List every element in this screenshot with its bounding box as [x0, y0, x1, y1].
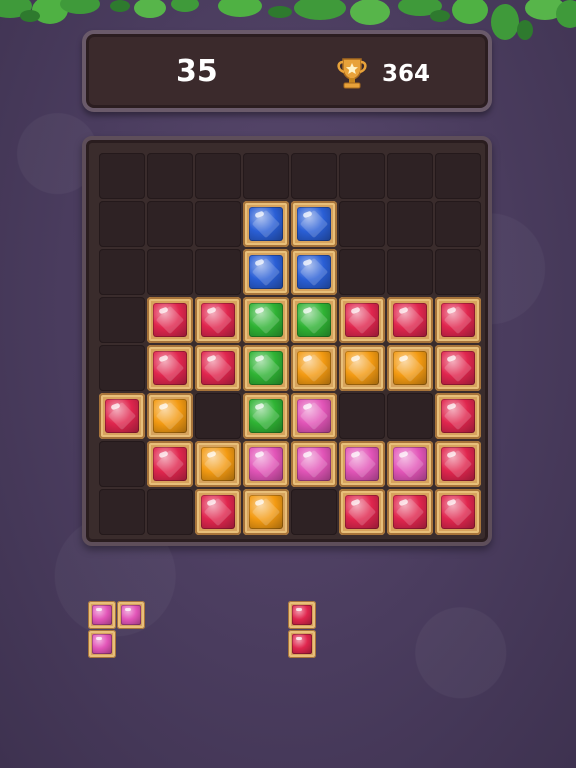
- empty-cell: [435, 201, 481, 247]
- empty-cell: [147, 153, 193, 199]
- empty-cell: [99, 201, 145, 247]
- gem-block-orange: [291, 345, 337, 391]
- empty-cell: [243, 153, 289, 199]
- gem-block-orange: [195, 441, 241, 487]
- empty-cell: [195, 201, 241, 247]
- gem-block-red: [339, 489, 385, 535]
- game-board[interactable]: [82, 136, 492, 546]
- gem-block-orange: [339, 345, 385, 391]
- empty-cell: [147, 489, 193, 535]
- empty-cell: [99, 153, 145, 199]
- empty-cell: [435, 153, 481, 199]
- gem-block-red: [387, 297, 433, 343]
- best-score: 364: [382, 61, 431, 87]
- piece-block-pink: [88, 601, 116, 629]
- gem-block-green: [243, 297, 289, 343]
- trophy-icon: [334, 56, 370, 90]
- gem-block-green: [291, 297, 337, 343]
- empty-cell: [387, 249, 433, 295]
- gem-block-pink: [243, 441, 289, 487]
- gem-block-red: [147, 345, 193, 391]
- empty-cell: [99, 345, 145, 391]
- gem-block-red: [387, 489, 433, 535]
- empty-cell: [147, 201, 193, 247]
- piece-block-pink: [117, 601, 145, 629]
- gem-block-red: [195, 345, 241, 391]
- empty-cell: [435, 249, 481, 295]
- gem-block-red: [435, 393, 481, 439]
- gem-block-pink: [387, 441, 433, 487]
- gem-block-pink: [291, 441, 337, 487]
- empty-cell: [195, 153, 241, 199]
- empty-cell: [339, 393, 385, 439]
- board-grid: [98, 152, 482, 536]
- gem-block-blue: [243, 249, 289, 295]
- gem-block-red: [195, 297, 241, 343]
- gem-block-green: [243, 345, 289, 391]
- gem-block-red: [339, 297, 385, 343]
- empty-cell: [147, 249, 193, 295]
- gem-block-red: [147, 441, 193, 487]
- gem-block-red: [435, 441, 481, 487]
- empty-cell: [99, 249, 145, 295]
- gem-block-red: [147, 297, 193, 343]
- gem-block-red: [435, 345, 481, 391]
- empty-cell: [387, 201, 433, 247]
- piece-block-red: [288, 630, 316, 658]
- gem-block-blue: [291, 249, 337, 295]
- gem-block-pink: [291, 393, 337, 439]
- gem-block-pink: [339, 441, 385, 487]
- gem-block-orange: [147, 393, 193, 439]
- empty-cell: [387, 393, 433, 439]
- piece-block-pink: [88, 630, 116, 658]
- gem-block-orange: [387, 345, 433, 391]
- empty-cell: [99, 441, 145, 487]
- empty-cell: [99, 489, 145, 535]
- score-panel: 35 364: [82, 30, 492, 112]
- empty-cell: [195, 393, 241, 439]
- current-score: 35: [176, 54, 218, 89]
- empty-cell: [339, 201, 385, 247]
- gem-block-green: [243, 393, 289, 439]
- gem-block-red: [435, 489, 481, 535]
- gem-block-blue: [291, 201, 337, 247]
- empty-cell: [291, 489, 337, 535]
- piece-block-red: [288, 601, 316, 629]
- empty-cell: [387, 153, 433, 199]
- empty-cell: [99, 297, 145, 343]
- empty-cell: [291, 153, 337, 199]
- gem-block-red: [435, 297, 481, 343]
- empty-cell: [339, 249, 385, 295]
- empty-cell: [339, 153, 385, 199]
- gem-block-red: [195, 489, 241, 535]
- gem-block-orange: [243, 489, 289, 535]
- gem-block-blue: [243, 201, 289, 247]
- empty-cell: [195, 249, 241, 295]
- gem-block-red: [99, 393, 145, 439]
